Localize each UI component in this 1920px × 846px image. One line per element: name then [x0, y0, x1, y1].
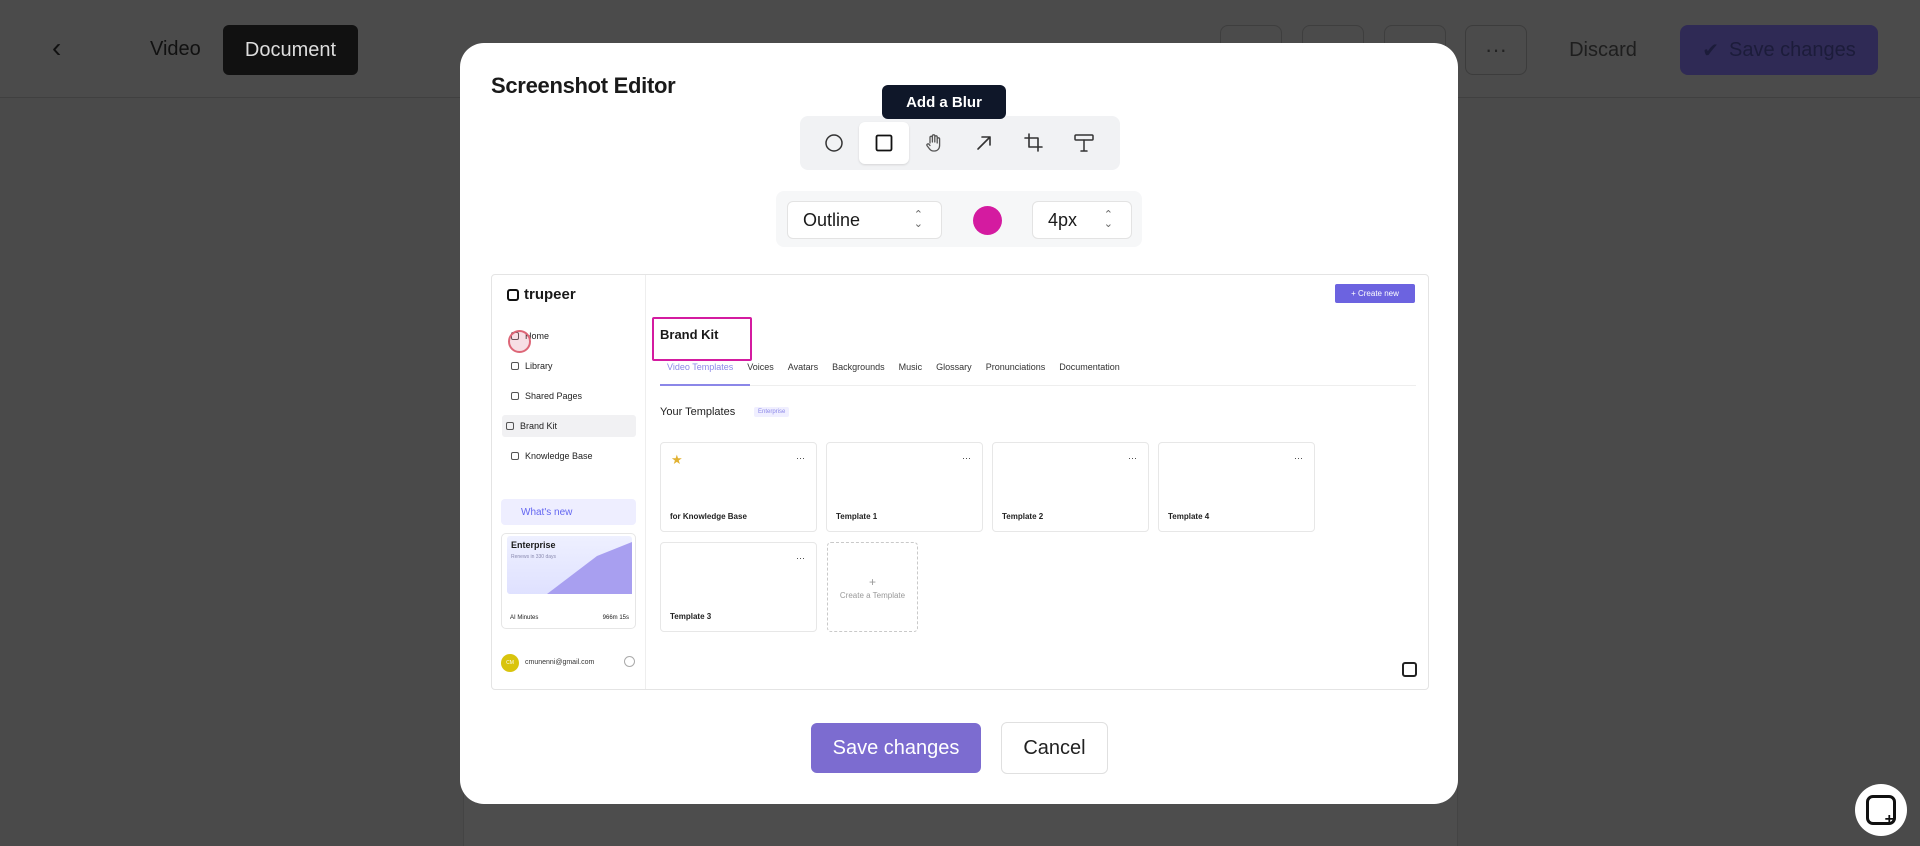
settings-icon — [624, 656, 635, 667]
stroke-style-select[interactable]: Outline ⌃ ⌄ — [787, 201, 942, 239]
cancel-button[interactable]: Cancel — [1001, 722, 1108, 774]
inner-nav-knowledge-base: Knowledge Base — [507, 445, 635, 467]
whats-new-link: What's new — [501, 499, 636, 525]
rectangle-tool-button[interactable] — [859, 122, 909, 164]
subtab: Music — [898, 362, 923, 372]
inner-nav-shared-pages: Shared Pages — [507, 385, 635, 407]
nav-label: Library — [525, 361, 553, 371]
add-blur-tooltip: Add a Blur — [882, 85, 1006, 119]
nav-label: Knowledge Base — [525, 451, 593, 461]
subtab: Backgrounds — [832, 362, 885, 372]
more-options-button[interactable]: ··· — [1465, 25, 1527, 75]
discard-button[interactable]: Discard — [1548, 25, 1658, 75]
enterprise-subtitle: Renews in 330 days — [511, 554, 557, 560]
inner-nav-brand-kit: Brand Kit — [502, 415, 636, 437]
subtab: Voices — [747, 362, 774, 372]
template-name: for Knowledge Base — [670, 512, 747, 521]
screenshot-canvas[interactable]: trupeer Home Library Shared Pages Brand … — [491, 274, 1429, 690]
plus-icon: + — [868, 574, 876, 589]
tab-video[interactable]: Video — [150, 38, 201, 61]
template-name: Template 3 — [670, 612, 712, 621]
crop-tool-button[interactable] — [1009, 122, 1059, 164]
logo-text: trupeer — [524, 286, 576, 303]
enterprise-card: Enterprise Renews in 330 days AI Minutes… — [501, 533, 636, 629]
screenshot-editor-modal: Screenshot Editor Add a Blur Outline ⌃ ⌄ … — [460, 43, 1458, 804]
floating-action-button[interactable] — [1855, 784, 1907, 836]
stroke-width-select[interactable]: 4px ⌃ ⌄ — [1032, 201, 1132, 239]
ai-minutes-value: 966m 15s — [602, 615, 629, 621]
subtab: Glossary — [936, 362, 972, 372]
hand-icon — [926, 134, 941, 152]
create-template-label: Create a Template — [839, 590, 906, 600]
star-icon: ★ — [671, 452, 683, 467]
stroke-style-value: Outline — [803, 209, 861, 230]
annotation-toolbar — [800, 116, 1120, 170]
template-card: ⋯ Template 1 — [826, 442, 983, 532]
circle-icon — [825, 134, 843, 152]
square-icon — [875, 134, 893, 152]
stroke-width-value: 4px — [1048, 209, 1078, 230]
template-card: ⋯ Template 2 — [992, 442, 1149, 532]
subtab: Pronunciations — [985, 362, 1046, 372]
template-card: ⋯ Template 4 — [1158, 442, 1315, 532]
ai-minutes-label: AI Minutes — [510, 615, 539, 621]
inner-create-new-button: + Create new — [1335, 284, 1415, 303]
create-template-card: + Create a Template — [827, 542, 918, 632]
text-tool-button[interactable] — [1059, 122, 1109, 164]
library-icon — [511, 362, 519, 370]
nav-label: Brand Kit — [520, 421, 558, 431]
section-title: Your Templates — [660, 406, 736, 418]
template-name: Template 1 — [836, 512, 878, 521]
text-icon — [1074, 134, 1094, 152]
more-icon: ⋯ — [796, 553, 805, 563]
user-email: cmunenni@gmail.com — [525, 659, 595, 666]
chevron-updown-icon: ⌃ ⌄ — [1103, 209, 1113, 230]
blur-tool-button[interactable] — [909, 122, 959, 164]
inner-corner-icon — [1402, 662, 1417, 677]
shared-icon — [511, 392, 519, 400]
subtab: Video Templates — [667, 362, 734, 372]
chevron-updown-icon: ⌃ ⌄ — [913, 209, 923, 230]
check-icon: ✔ — [1702, 39, 1719, 62]
circle-tool-button[interactable] — [809, 122, 859, 164]
save-changes-button[interactable]: Save changes — [811, 723, 981, 773]
inner-logo: trupeer — [507, 286, 576, 303]
trupeer-logo-icon — [507, 288, 519, 301]
more-icon: ⋯ — [796, 453, 805, 463]
rectangle-annotation[interactable] — [652, 317, 752, 361]
arrow-tool-button[interactable] — [959, 122, 1009, 164]
more-icon: ⋯ — [962, 453, 971, 463]
template-name: Template 4 — [1168, 512, 1210, 521]
more-icon: ⋯ — [1128, 453, 1137, 463]
circle-annotation[interactable] — [508, 330, 531, 353]
user-avatar: CM — [501, 654, 519, 672]
template-card: ⋯ Template 3 — [660, 542, 817, 632]
brand-kit-icon — [506, 422, 514, 430]
enterprise-badge: Enterprise — [754, 407, 790, 417]
header-save-changes-button[interactable]: ✔ Save changes — [1680, 25, 1878, 75]
template-card: ★ ⋯ for Knowledge Base — [660, 442, 817, 532]
header-save-label: Save changes — [1729, 38, 1856, 61]
inner-nav-library: Library — [507, 355, 635, 377]
template-name: Template 2 — [1002, 512, 1044, 521]
back-arrow-icon[interactable]: ‹ — [52, 34, 76, 62]
more-icon: ⋯ — [1294, 453, 1303, 463]
knowledge-base-icon — [511, 452, 519, 460]
color-picker-swatch[interactable] — [973, 206, 1002, 235]
crop-icon — [1024, 133, 1043, 152]
modal-title: Screenshot Editor — [491, 73, 676, 98]
add-screenshot-icon — [1866, 795, 1896, 829]
inner-sidebar: trupeer Home Library Shared Pages Brand … — [492, 275, 646, 689]
nav-label: Shared Pages — [525, 391, 583, 401]
subtab: Documentation — [1059, 362, 1120, 372]
subtab: Avatars — [787, 362, 819, 372]
tab-document[interactable]: Document — [223, 25, 358, 75]
user-initials: CM — [506, 660, 514, 666]
active-tab-indicator — [660, 384, 750, 386]
arrow-icon — [977, 136, 991, 150]
inner-subtabs: Video Templates Voices Avatars Backgroun… — [667, 362, 1120, 372]
enterprise-title: Enterprise — [511, 540, 556, 550]
divider — [660, 385, 1416, 386]
